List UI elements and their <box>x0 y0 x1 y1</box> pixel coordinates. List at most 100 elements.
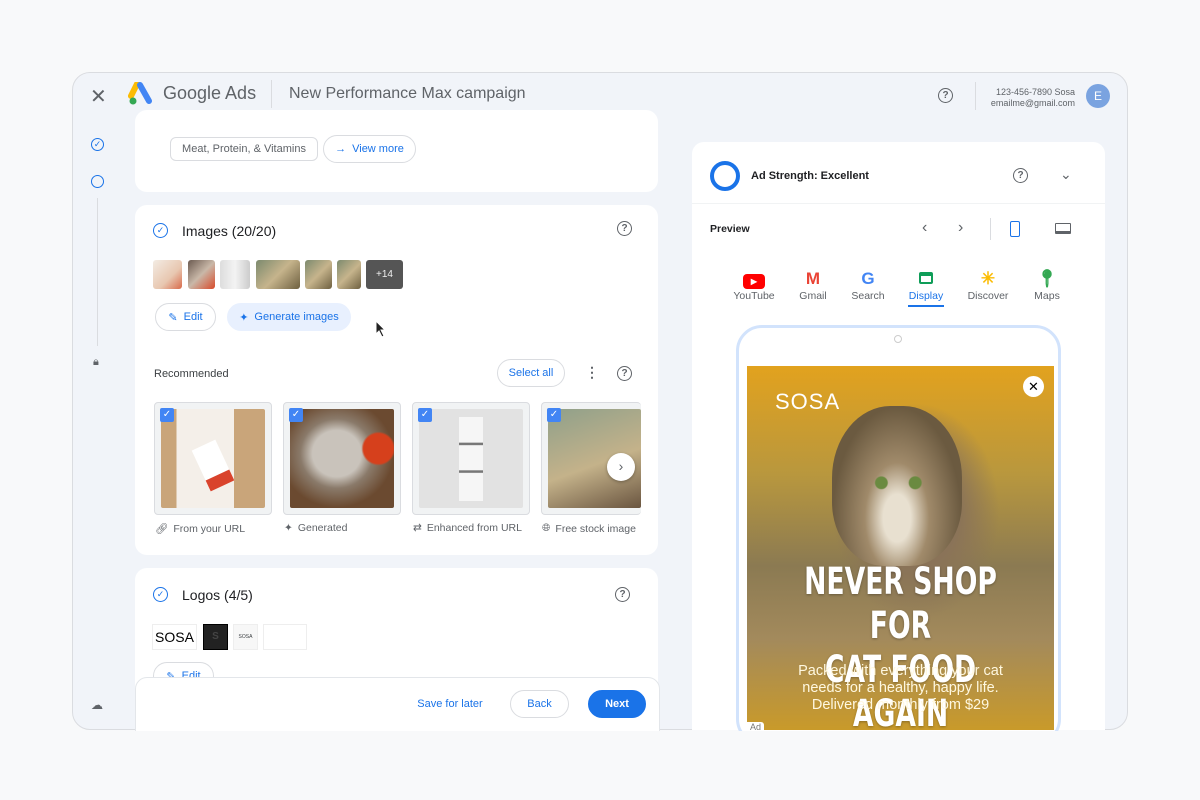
close-ad-icon[interactable]: ✕ <box>1023 376 1044 397</box>
divider <box>975 82 976 110</box>
channel-label: Discover <box>967 290 1009 302</box>
category-chip[interactable]: Meat, Protein, & Vitamins <box>170 137 318 161</box>
channel-label: Maps <box>1034 290 1060 302</box>
logo-thumb[interactable]: S <box>203 624 228 650</box>
ad-body: Packed with everything your cat needs for… <box>747 663 1054 714</box>
check-icon: ✓ <box>153 223 168 238</box>
channel-label: Search <box>851 290 885 302</box>
body-line: Delivered monthly from $29 <box>811 697 990 713</box>
view-more-label: View more <box>352 143 404 155</box>
page-title: New Performance Max campaign <box>289 85 526 102</box>
channel-gmail[interactable]: M Gmail <box>783 268 843 302</box>
image-thumb[interactable] <box>337 260 361 289</box>
sparkle-icon: ✦ <box>239 311 249 324</box>
edit-label: Edit <box>183 311 203 323</box>
images-title: Images (20/20) <box>182 223 277 239</box>
ad-strength-label: Ad Strength: Excellent <box>751 170 869 182</box>
display-icon <box>896 268 956 290</box>
chevron-down-icon[interactable]: ⌄ <box>1060 166 1072 183</box>
page-bottom <box>0 731 1200 800</box>
chevron-left-icon[interactable]: ‹ <box>922 219 927 237</box>
image-thumb[interactable] <box>305 260 332 289</box>
help-icon[interactable]: ? <box>615 587 630 602</box>
recommended-image[interactable]: ✓ <box>283 402 401 515</box>
image-source-label: 🔗︎ From your URL <box>155 522 245 536</box>
recommended-image[interactable]: ✓ <box>412 402 530 515</box>
chevron-right-icon[interactable]: › <box>958 219 963 237</box>
maps-icon: 📍︎ <box>1036 269 1058 288</box>
help-icon[interactable]: ? <box>617 366 632 381</box>
divider <box>271 80 272 108</box>
globe-icon: 🌐︎ <box>542 522 551 534</box>
channel-label: Display <box>908 290 944 302</box>
cloud-icon: ☁︎ <box>91 698 103 712</box>
mouse-cursor-icon <box>375 320 387 338</box>
logo-thumb[interactable]: SOSA <box>233 624 258 650</box>
logo-thumb[interactable]: SOSA <box>152 624 197 650</box>
ad-strength-ring-icon <box>710 161 740 191</box>
app-brand: Google Ads <box>163 83 257 103</box>
headline-line: NEVER SHOP FOR <box>804 560 997 647</box>
select-all-button[interactable]: Select all <box>497 359 565 387</box>
recommended-image[interactable]: ✓ <box>154 402 272 515</box>
view-more-button[interactable]: → View more <box>323 135 416 163</box>
checkbox-checked[interactable]: ✓ <box>160 408 174 422</box>
step-complete-icon[interactable]: ✓ <box>91 138 104 151</box>
pencil-icon: ✎ <box>168 311 178 324</box>
generate-images-button[interactable]: ✦ Generate images <box>227 303 351 331</box>
sparkle-icon: ✦ <box>284 522 293 534</box>
arrow-right-icon: → <box>335 143 347 155</box>
image-thumb[interactable] <box>188 260 215 289</box>
checkbox-checked[interactable]: ✓ <box>418 408 432 422</box>
edit-images-button[interactable]: ✎ Edit <box>155 303 216 331</box>
image-source-label: ✦ Generated <box>284 522 347 534</box>
label: Generated <box>297 522 348 534</box>
preview-label: Preview <box>710 223 750 235</box>
channel-discover[interactable]: ✳ Discover <box>958 268 1018 302</box>
save-for-later-button[interactable]: Save for later <box>405 698 495 710</box>
cat-image <box>832 406 962 566</box>
help-icon[interactable]: ? <box>617 221 632 236</box>
step-current-icon[interactable] <box>91 175 104 188</box>
image-thumb[interactable] <box>153 260 182 289</box>
channel-label: Gmail <box>799 290 827 302</box>
mobile-device-icon[interactable] <box>1010 221 1020 237</box>
channel-label: YouTube <box>733 290 775 302</box>
next-button[interactable]: Next <box>588 690 646 718</box>
back-button[interactable]: Back <box>510 690 569 718</box>
avatar[interactable]: E <box>1086 84 1110 108</box>
google-icon: G <box>861 269 875 288</box>
label: Enhanced from URL <box>426 522 522 534</box>
close-icon[interactable]: ✕ <box>90 84 107 109</box>
account-email: emailme@gmail.com <box>990 98 1075 108</box>
logos-title: Logos (4/5) <box>182 587 253 603</box>
channel-search[interactable]: G Search <box>838 268 898 302</box>
channel-maps[interactable]: 📍︎ Maps <box>1017 268 1077 302</box>
channel-display[interactable]: Display <box>896 268 956 307</box>
ad-brand: SOSA <box>775 389 841 414</box>
logo-thumb[interactable] <box>263 624 307 650</box>
checkbox-checked[interactable]: ✓ <box>547 408 561 422</box>
discover-icon: ✳ <box>980 269 996 288</box>
check-icon: ✓ <box>153 587 168 602</box>
footer-bar <box>135 677 660 737</box>
link-icon: 🔗︎ <box>155 523 169 535</box>
help-icon[interactable]: ? <box>938 88 953 103</box>
image-thumb[interactable] <box>256 260 300 289</box>
channel-youtube[interactable]: ▶ YouTube <box>724 268 784 302</box>
phone-camera <box>894 335 902 343</box>
generate-label: Generate images <box>254 311 339 323</box>
youtube-icon: ▶ <box>724 268 784 290</box>
image-thumb[interactable] <box>220 260 250 289</box>
body-line: needs for a healthy, happy life. <box>802 680 999 696</box>
help-icon[interactable]: ? <box>1013 168 1028 183</box>
more-images-badge[interactable]: +14 <box>366 260 403 289</box>
checkbox-checked[interactable]: ✓ <box>289 408 303 422</box>
divider <box>692 203 1105 204</box>
account-info[interactable]: 123-456-7890 Sosa emailme@gmail.com <box>980 87 1075 109</box>
carousel-next-button[interactable]: › <box>607 453 635 481</box>
desktop-device-icon[interactable] <box>1055 223 1071 234</box>
step-line <box>97 198 98 346</box>
more-vert-icon[interactable]: ⋮ <box>585 364 599 381</box>
lock-icon: 🔒︎ <box>93 356 99 368</box>
